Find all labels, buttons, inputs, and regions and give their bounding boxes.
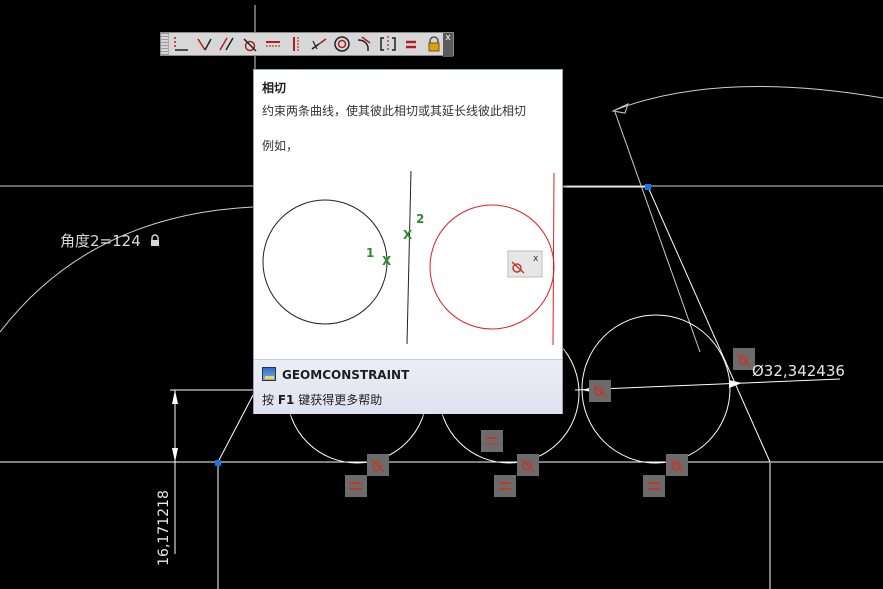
smooth-icon bbox=[357, 36, 370, 51]
tangent-tooltip: 相切 约束两条曲线，使其彼此相切或其延长线彼此相切 例如， 1 X 2 X x … bbox=[253, 69, 563, 414]
grip-point-top[interactable] bbox=[645, 184, 651, 190]
example-circle-before bbox=[262, 199, 388, 325]
collinear-icon bbox=[311, 38, 326, 50]
toolbar-grip[interactable] bbox=[161, 33, 169, 55]
concentric-button[interactable] bbox=[330, 33, 353, 55]
example-mark-2: X bbox=[403, 228, 413, 242]
equal-button[interactable] bbox=[399, 33, 422, 55]
example-label-2: 2 bbox=[416, 212, 424, 226]
fix-button[interactable] bbox=[422, 33, 445, 55]
diameter-leader bbox=[574, 378, 841, 391]
horizontal-icon bbox=[265, 41, 280, 47]
tooltip-help-text: 按 F1 键获得更多帮助 bbox=[262, 391, 382, 408]
vertical-icon bbox=[292, 37, 298, 51]
example-line-after bbox=[552, 172, 555, 346]
angle-dimension-text: 角度2=124 bbox=[60, 232, 141, 250]
tooltip-example-label: 例如， bbox=[262, 139, 299, 153]
concentric-icon bbox=[333, 36, 350, 52]
coincident-button[interactable] bbox=[169, 33, 192, 55]
arc-arrowhead bbox=[611, 103, 629, 114]
parallel-button[interactable] bbox=[215, 33, 238, 55]
right-slant-line[interactable] bbox=[647, 186, 771, 463]
perpendicular-icon bbox=[196, 38, 212, 51]
vertical-dimension-label[interactable]: 16,171218 bbox=[156, 490, 172, 566]
constraint-badge-tangent-3[interactable] bbox=[589, 380, 611, 402]
constraint-badge-equal-1[interactable] bbox=[345, 475, 367, 497]
perpendicular-button[interactable] bbox=[192, 33, 215, 55]
example-tangent-badge: x bbox=[507, 250, 543, 278]
command-icon bbox=[262, 367, 276, 381]
constraint-badge-horizontal[interactable] bbox=[481, 430, 503, 452]
dim-arrow-bottom bbox=[172, 448, 178, 462]
tooltip-command-name: GEOMCONSTRAINT bbox=[282, 368, 410, 382]
example-line-before bbox=[406, 170, 412, 345]
tooltip-footer: GEOMCONSTRAINT 按 F1 键获得更多帮助 bbox=[254, 359, 562, 414]
parallel-icon bbox=[218, 37, 234, 51]
coincident-icon bbox=[173, 37, 188, 51]
angle-arc-top[interactable] bbox=[614, 85, 883, 111]
diameter-dimension-label[interactable]: Ø32,342436 bbox=[752, 362, 845, 380]
horizontal-button[interactable] bbox=[261, 33, 284, 55]
symmetric-button[interactable] bbox=[376, 33, 399, 55]
geometric-constraint-toolbar: x bbox=[160, 32, 454, 57]
constraint-badge-tangent-2[interactable] bbox=[517, 454, 539, 476]
example-label-1: 1 bbox=[366, 246, 374, 260]
smooth-button[interactable] bbox=[353, 33, 376, 55]
constraint-badge-equal-3[interactable] bbox=[643, 475, 665, 497]
dim-arrow-top bbox=[172, 390, 178, 404]
tooltip-title: 相切 bbox=[262, 81, 287, 95]
help-prefix: 按 bbox=[262, 393, 278, 407]
tangent-button[interactable] bbox=[238, 33, 261, 55]
constraint-badge-tangent-1[interactable] bbox=[367, 454, 389, 476]
diameter-arrow-right bbox=[729, 380, 742, 388]
leader-line-top bbox=[614, 111, 701, 353]
toolbar-close-button[interactable]: x bbox=[443, 33, 453, 57]
equal-icon bbox=[405, 40, 416, 49]
angle-dimension-label[interactable]: 角度2=124 bbox=[60, 230, 161, 251]
example-mark-1: X bbox=[382, 254, 392, 268]
collinear-button[interactable] bbox=[307, 33, 330, 55]
constraint-badge-equal-2[interactable] bbox=[494, 475, 516, 497]
tooltip-description: 约束两条曲线，使其彼此相切或其延长线彼此相切 bbox=[262, 104, 527, 118]
lock-icon bbox=[150, 234, 159, 246]
symmetric-icon bbox=[379, 36, 396, 52]
example-badge-close: x bbox=[533, 254, 539, 264]
grip-point-bottom[interactable] bbox=[215, 460, 221, 466]
angle-arc-left[interactable] bbox=[0, 206, 254, 333]
tangent-icon bbox=[242, 38, 257, 52]
vertical-button[interactable] bbox=[284, 33, 307, 55]
tooltip-example-diagram: 1 X 2 X x bbox=[257, 163, 559, 351]
lock-icon bbox=[428, 36, 439, 52]
help-key: F1 bbox=[277, 393, 295, 407]
constraint-badge-tangent-4[interactable] bbox=[666, 454, 688, 476]
help-suffix: 键获得更多帮助 bbox=[294, 393, 383, 407]
